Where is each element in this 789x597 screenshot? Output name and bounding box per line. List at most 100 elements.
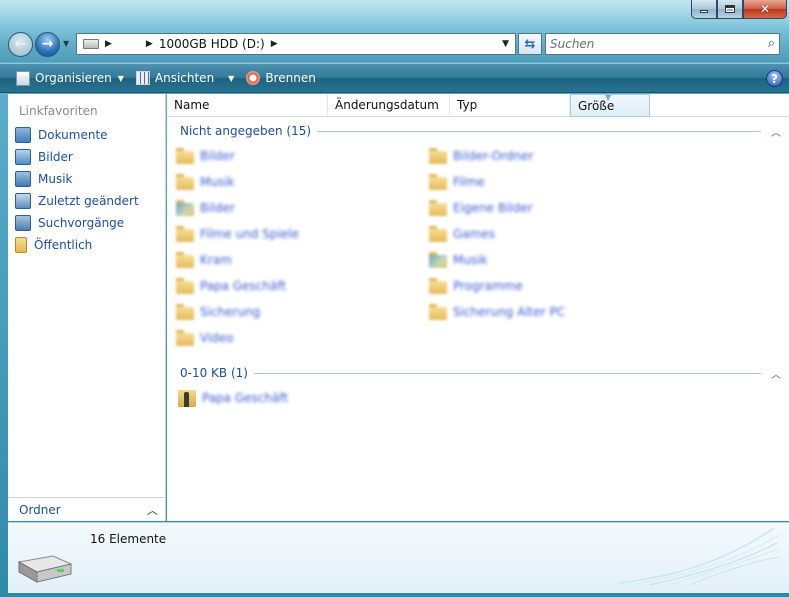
group-label: Nicht angegeben (15) <box>180 124 312 138</box>
list-item[interactable]: Bilder <box>176 145 235 167</box>
sidebar-item-music[interactable]: Musik <box>8 168 165 190</box>
collapse-icon[interactable]: ︿ <box>771 366 785 381</box>
file-list-pane: Name Änderungsdatum Typ Größe ▼ Nicht an… <box>167 93 789 521</box>
list-item[interactable]: Video <box>176 327 234 349</box>
column-header-name[interactable]: Name <box>167 94 328 117</box>
zip-folder-icon <box>178 388 196 408</box>
file-name: Papa Geschäft <box>200 279 287 293</box>
folder-icon <box>176 278 194 294</box>
window-controls: ✕ <box>691 0 787 20</box>
file-name: Sicherung Alter PC <box>453 305 566 319</box>
sidebar-item-public[interactable]: Öffentlich <box>8 234 165 256</box>
file-name: Bilder <box>200 201 235 215</box>
chevron-down-icon: ▼ <box>117 73 124 83</box>
back-button[interactable]: ← <box>8 31 33 57</box>
folder-icon <box>176 174 194 190</box>
burn-label: Brennen <box>265 71 316 85</box>
list-item[interactable]: Kram <box>176 249 232 271</box>
collapse-icon[interactable]: ︿ <box>771 124 785 139</box>
file-name: Filme <box>453 175 485 189</box>
folder-icon <box>176 330 194 346</box>
chevron-down-icon: ▼ <box>63 39 70 48</box>
item-count: 16 Elemente <box>90 532 167 546</box>
file-name: Papa Geschäft <box>202 391 289 405</box>
music-icon <box>15 171 31 187</box>
folder-icon <box>429 174 447 190</box>
sidebar-item-searches[interactable]: Suchvorgänge <box>8 212 165 234</box>
list-item[interactable]: Musik <box>429 249 488 271</box>
sidebar-item-recent[interactable]: Zuletzt geändert <box>8 190 165 212</box>
minimize-button[interactable] <box>691 0 717 19</box>
burn-icon <box>246 71 261 85</box>
group-label: 0-10 KB (1) <box>180 366 248 380</box>
file-name: Eigene Bilder <box>453 201 533 215</box>
list-item[interactable]: Musik <box>176 171 235 193</box>
views-label: Ansichten <box>154 71 215 85</box>
folders-label: Ordner <box>19 502 61 517</box>
list-item[interactable]: Papa Geschäft <box>176 275 286 297</box>
address-bar[interactable]: ▶ ▶ 1000GB HDD (D:) ▶ ▼ <box>76 33 516 55</box>
folder-icon <box>176 252 194 268</box>
sidebar-item-label: Dokumente <box>38 128 108 142</box>
help-button[interactable]: ? <box>766 70 783 87</box>
decorative-swoosh <box>619 527 779 585</box>
folder-icon <box>429 200 447 216</box>
column-header-type[interactable]: Typ <box>450 94 570 117</box>
group-header-0-10kb[interactable]: 0-10 KB (1) ︿ <box>167 363 789 383</box>
views-button[interactable]: Ansichten ▼ <box>130 66 240 90</box>
sidebar-item-label: Musik <box>38 172 73 186</box>
folders-toggle[interactable]: Ordner ︿ <box>8 497 166 521</box>
list-item[interactable]: Filme <box>429 171 485 193</box>
refresh-button[interactable]: ⇆ <box>518 33 542 55</box>
minimize-icon <box>700 10 708 13</box>
list-item[interactable]: Eigene Bilder <box>429 197 533 219</box>
list-item[interactable]: Bilder-Ordner <box>429 145 533 167</box>
group-divider <box>253 372 761 374</box>
group-header-unspecified[interactable]: Nicht angegeben (15) ︿ <box>167 121 789 141</box>
column-header-date[interactable]: Änderungsdatum <box>328 94 450 117</box>
sidebar-item-documents[interactable]: Dokumente <box>8 124 165 146</box>
burn-button[interactable]: Brennen <box>240 66 321 90</box>
help-icon: ? <box>771 72 778 86</box>
public-folder-icon <box>15 237 27 253</box>
list-item[interactable]: Sicherung <box>176 301 260 323</box>
column-headers: Name Änderungsdatum Typ Größe ▼ <box>167 93 789 117</box>
recent-pages-dropdown[interactable]: ▼ <box>63 39 73 49</box>
list-item[interactable]: Filme und Spiele <box>176 223 299 245</box>
list-item[interactable]: Bilder <box>176 197 235 219</box>
folder-icon <box>429 252 447 268</box>
maximize-icon <box>725 5 735 13</box>
folder-icon <box>429 304 447 320</box>
breadcrumb-separator-icon[interactable]: ▶ <box>105 39 112 49</box>
list-item[interactable]: Sicherung Alter PC <box>429 301 565 323</box>
favorite-links-header: Linkfavoriten <box>19 104 98 118</box>
maximize-button[interactable] <box>717 0 743 19</box>
command-bar: Organisieren ▼ Ansichten ▼ Brennen ? <box>0 63 789 93</box>
list-item[interactable]: Games <box>429 223 495 245</box>
sidebar-item-pictures[interactable]: Bilder <box>8 146 165 168</box>
file-name: Games <box>453 227 495 241</box>
sort-arrow-icon: ▼ <box>605 93 612 102</box>
breadcrumb-drive[interactable]: 1000GB HDD (D:) <box>159 37 265 51</box>
chevron-up-icon: ︿ <box>147 504 158 517</box>
organize-button[interactable]: Organisieren ▼ <box>10 66 130 90</box>
forward-button[interactable]: → <box>35 31 60 57</box>
column-header-size[interactable]: Größe ▼ <box>570 93 650 117</box>
details-pane: 16 Elemente <box>8 522 789 593</box>
hard-drive-icon <box>17 555 73 583</box>
refresh-icon: ⇆ <box>524 36 536 52</box>
close-button[interactable]: ✕ <box>743 0 787 19</box>
recent-icon <box>15 193 31 209</box>
list-item[interactable]: Programme <box>429 275 523 297</box>
breadcrumb-separator-icon[interactable]: ▶ <box>146 39 153 49</box>
search-icon[interactable]: ⌕ <box>768 36 775 51</box>
file-name: Bilder-Ordner <box>453 149 534 163</box>
folder-icon <box>176 200 194 216</box>
breadcrumb-separator-icon[interactable]: ▶ <box>271 39 278 49</box>
file-name: Kram <box>200 253 232 267</box>
file-name: Programme <box>453 279 523 293</box>
address-dropdown-icon[interactable]: ▼ <box>502 39 509 49</box>
navigation-bar: ← → ▼ ▶ ▶ 1000GB HDD (D:) ▶ ▼ ⇆ Suchen ⌕ <box>8 31 789 57</box>
search-input[interactable]: Suchen ⌕ <box>545 33 780 55</box>
list-item[interactable]: Papa Geschäft <box>167 387 789 409</box>
